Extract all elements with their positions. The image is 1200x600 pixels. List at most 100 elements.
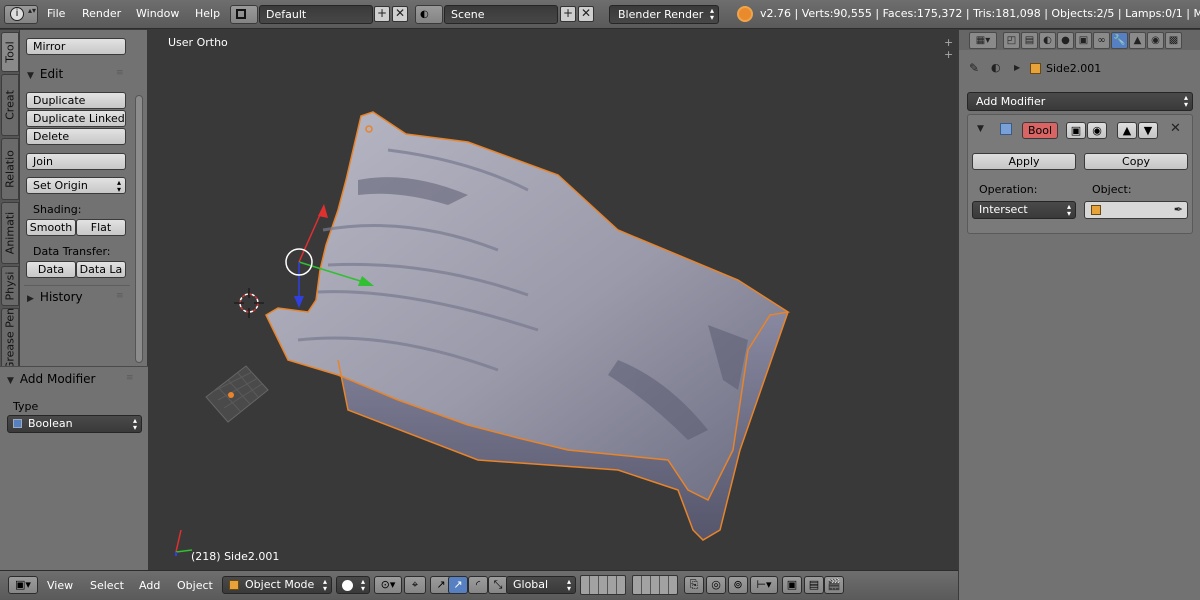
modifiers-tab-icon[interactable]: 🔧 xyxy=(1111,32,1128,49)
render-tab-icon[interactable]: ◰ xyxy=(1003,32,1020,49)
3d-viewport[interactable]: User Ortho + + (218) Side2.001 xyxy=(148,30,958,570)
menu-window[interactable]: Window xyxy=(136,7,179,20)
tab-relations[interactable]: Relatio xyxy=(1,138,19,200)
render-engine-dropdown[interactable]: Blender Render ▴ ▾ xyxy=(609,5,719,24)
snap-toggle-icon[interactable]: ⊚ xyxy=(728,576,748,594)
object-icon xyxy=(1030,63,1041,74)
add-modifier-dropdown[interactable]: Add Modifier ▴ ▾ xyxy=(967,92,1193,111)
operation-dropdown[interactable]: Intersect ▴ ▾ xyxy=(972,201,1076,219)
shading-label: Shading: xyxy=(33,203,82,216)
editor-type-button[interactable]: ▦▾ xyxy=(969,32,997,49)
pin-icon[interactable]: ✎ xyxy=(969,61,979,75)
pivot-point-dropdown[interactable]: ⊙▾ xyxy=(374,576,402,594)
scene-icon-button[interactable]: ◐ xyxy=(415,5,443,24)
menu-file[interactable]: File xyxy=(47,7,65,20)
opengl-render-icon[interactable]: ▣ xyxy=(782,576,802,594)
drag-handle-icon[interactable]: ≡ xyxy=(116,291,124,301)
world-tab-icon[interactable]: ● xyxy=(1057,32,1074,49)
data-tab-icon[interactable]: ▲ xyxy=(1129,32,1146,49)
duplicate-linked-button[interactable]: Duplicate Linked xyxy=(26,110,126,127)
translate-manipulator-icon[interactable]: ↗ xyxy=(448,576,468,594)
render-image-icon[interactable]: ▤ xyxy=(804,576,824,594)
move-up-icon[interactable]: ▲ xyxy=(1117,122,1137,139)
lamp-origin[interactable] xyxy=(228,392,234,398)
menu-object[interactable]: Object xyxy=(177,579,213,592)
object-field[interactable]: ✒ xyxy=(1084,201,1188,219)
remove-scene-icon[interactable]: ✕ xyxy=(578,6,594,22)
menu-render[interactable]: Render xyxy=(82,7,121,20)
modifier-name-field[interactable]: Bool xyxy=(1022,122,1058,139)
menu-add[interactable]: Add xyxy=(139,579,160,592)
scene-tab-icon[interactable]: ◐ xyxy=(1039,32,1056,49)
lock-layers-icon[interactable]: ⎘ xyxy=(684,576,704,594)
tab-physics[interactable]: Physi xyxy=(1,266,19,306)
data-transfer-button[interactable]: Data xyxy=(26,261,76,278)
viewport-shading-dropdown[interactable]: ▴ ▾ xyxy=(336,576,370,594)
tab-grease-pencil[interactable]: Grease Pen xyxy=(1,308,19,370)
proportional-editing-icon[interactable]: ◎ xyxy=(706,576,726,594)
tab-animation[interactable]: Animati xyxy=(1,202,19,264)
material-tab-icon[interactable]: ◉ xyxy=(1147,32,1164,49)
breadcrumb-arrow-icon: ▶ xyxy=(1014,63,1021,72)
data-layers-button[interactable]: Data La xyxy=(76,261,126,278)
set-origin-dropdown[interactable]: Set Origin ▴ ▾ xyxy=(26,177,126,194)
expand-right-icon: ▶ xyxy=(27,294,34,304)
constraints-tab-icon[interactable]: ∞ xyxy=(1093,32,1110,49)
move-down-icon[interactable]: ▼ xyxy=(1138,122,1158,139)
remove-layout-icon[interactable]: ✕ xyxy=(392,6,408,22)
view-axes-icon xyxy=(175,529,193,556)
duplicate-button[interactable]: Duplicate xyxy=(26,92,126,109)
copy-button[interactable]: Copy xyxy=(1084,153,1188,170)
collapse-icon[interactable]: ▼ xyxy=(977,124,984,134)
tab-tool[interactable]: Tool xyxy=(1,32,19,72)
menu-view[interactable]: View xyxy=(47,579,73,592)
scene-field[interactable]: Scene xyxy=(444,5,558,24)
floor-grid xyxy=(205,365,269,423)
texture-tab-icon[interactable]: ▩ xyxy=(1165,32,1182,49)
render-toggle-icon[interactable]: ▣ xyxy=(1066,122,1086,139)
interaction-mode-dropdown[interactable]: Object Mode ▴ ▾ xyxy=(222,576,332,594)
flat-button[interactable]: Flat xyxy=(76,219,126,236)
3d-view-header: ▣▾ View Select Add Object Object Mode ▴ ▾… xyxy=(0,570,958,600)
smooth-button[interactable]: Smooth xyxy=(26,219,76,236)
scene-canvas[interactable] xyxy=(148,30,958,570)
properties-tab-bar: ▦▾ ◰ ▤ ◐ ● ▣ ∞ 🔧 ▲ ◉ ▩ xyxy=(959,30,1200,50)
3d-cursor[interactable] xyxy=(234,288,264,318)
render-animation-icon[interactable]: 🎬 xyxy=(824,576,844,594)
tool-shelf-scrollbar[interactable] xyxy=(135,95,143,363)
scene-statistics: v2.76 | Verts:90,555 | Faces:175,372 | T… xyxy=(760,7,1200,20)
scale-manipulator-icon[interactable]: ⤡ xyxy=(488,576,508,594)
object-tab-icon[interactable]: ▣ xyxy=(1075,32,1092,49)
editor-type-button[interactable]: ▣▾ xyxy=(8,576,38,594)
scene-icon: ◐ xyxy=(991,61,1001,74)
active-object-info: (218) Side2.001 xyxy=(191,550,280,563)
manipulate-center-icon[interactable]: ⌖ xyxy=(404,576,426,594)
screen-layout-field[interactable]: Default xyxy=(259,5,373,24)
render-layers-tab-icon[interactable]: ▤ xyxy=(1021,32,1038,49)
eyedropper-icon[interactable]: ✒ xyxy=(1174,203,1183,216)
history-panel-header[interactable]: ▶ History xyxy=(27,290,83,304)
transform-orientation-dropdown[interactable]: Global ▴ ▾ xyxy=(506,576,576,594)
menu-help[interactable]: Help xyxy=(195,7,220,20)
delete-button[interactable]: Delete xyxy=(26,128,126,145)
apply-button[interactable]: Apply xyxy=(972,153,1076,170)
join-button[interactable]: Join xyxy=(26,153,126,170)
visibility-eye-icon[interactable]: ◉ xyxy=(1087,122,1107,139)
drag-handle-icon[interactable]: ≡ xyxy=(116,68,124,78)
scene-layers-group-2[interactable] xyxy=(632,575,678,595)
modifier-type-dropdown[interactable]: Boolean ▴ ▾ xyxy=(7,415,142,433)
snap-element-dropdown[interactable]: ⊢▾ xyxy=(750,576,778,594)
screen-layout-icon-button[interactable] xyxy=(230,5,258,24)
add-layout-icon[interactable]: + xyxy=(374,6,390,22)
menu-select[interactable]: Select xyxy=(90,579,124,592)
mirror-button[interactable]: Mirror xyxy=(26,38,126,55)
edit-panel-header[interactable]: ▼ Edit xyxy=(27,67,63,81)
rotate-manipulator-icon[interactable]: ◜ xyxy=(468,576,488,594)
add-scene-icon[interactable]: + xyxy=(560,6,576,22)
operator-panel-header[interactable]: ▼ Add Modifier xyxy=(7,372,96,386)
editor-type-button[interactable]: i ▴▾ xyxy=(4,5,38,24)
scene-layers-group-1[interactable] xyxy=(580,575,626,595)
drag-handle-icon[interactable]: ≡ xyxy=(126,373,134,383)
remove-modifier-icon[interactable]: ✕ xyxy=(1170,121,1181,136)
tab-create[interactable]: Creat xyxy=(1,74,19,136)
